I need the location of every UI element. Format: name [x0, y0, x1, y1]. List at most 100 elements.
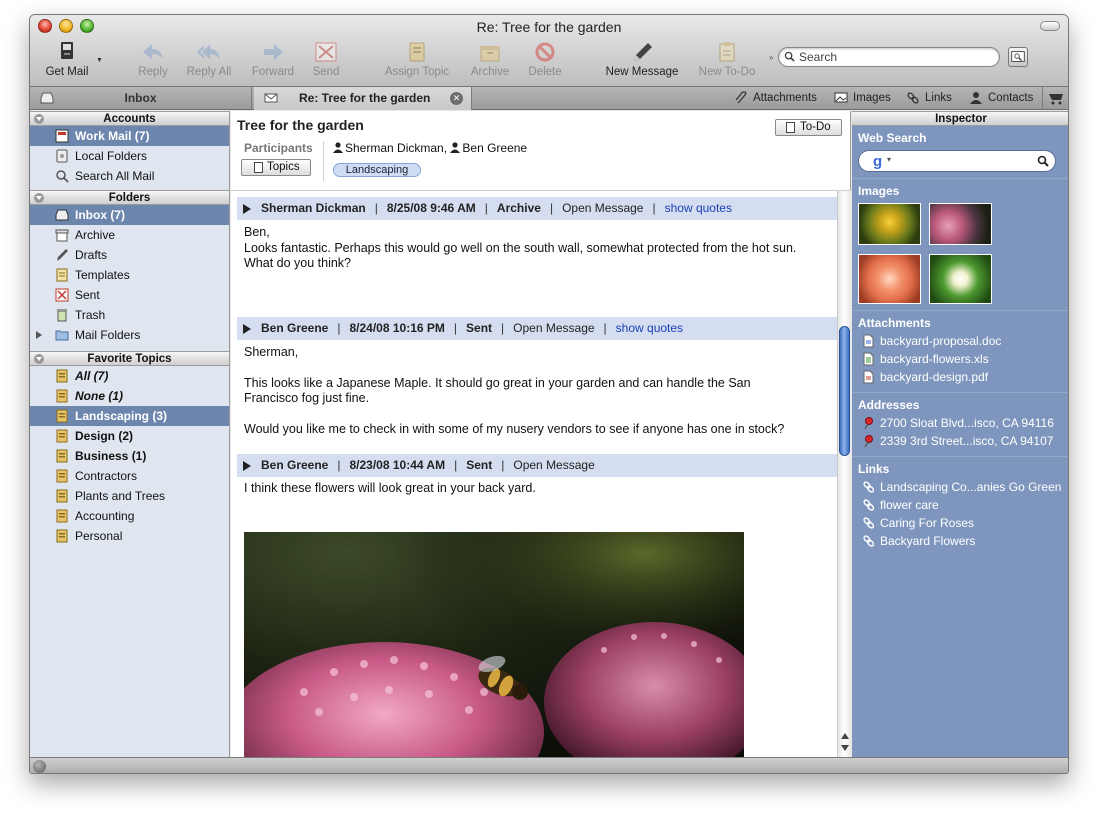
show-quotes-link[interactable]: show quotes: [616, 321, 683, 335]
topics-list: All (7) None (1) Landscaping (3) Design (2)…: [30, 366, 229, 546]
globe-icon[interactable]: [33, 760, 46, 773]
send-button[interactable]: Send: [310, 41, 342, 78]
address-item[interactable]: 2339 3rd Street...isco, CA 94107: [858, 432, 1068, 450]
inspector-header: Inspector: [852, 111, 1068, 126]
topic-item[interactable]: Landscaping (3): [30, 406, 229, 426]
cart-icon[interactable]: [1048, 92, 1064, 105]
disclosure-triangle-icon[interactable]: [36, 331, 42, 339]
expand-message-icon[interactable]: [243, 461, 251, 471]
reply-button[interactable]: Reply: [134, 41, 172, 78]
address-item[interactable]: 2700 Sloat Blvd...isco, CA 94116: [858, 414, 1068, 432]
topic-item[interactable]: All (7): [30, 366, 229, 386]
engine-dropdown-icon[interactable]: ▾: [887, 155, 891, 164]
topic-item[interactable]: Design (2): [30, 426, 229, 446]
image-thumbnail[interactable]: [929, 203, 992, 245]
link-item[interactable]: Landscaping Co...anies Go Green: [858, 478, 1068, 496]
open-message-link[interactable]: Open Message: [513, 321, 594, 335]
attachment-item[interactable]: backyard-design.pdf: [858, 368, 1068, 386]
tab-link-attachments[interactable]: Attachments: [734, 87, 817, 110]
sidebar-item-sent[interactable]: Sent: [30, 285, 229, 305]
link-text: Caring For Roses: [880, 516, 975, 530]
message-list: Sherman Dickman | 8/25/08 9:46 AM | Archive |…: [231, 191, 837, 757]
forward-label: Forward: [251, 66, 295, 78]
scrollbar-thumb[interactable]: [839, 326, 850, 456]
delete-icon: [535, 42, 555, 62]
inbox-icon: [55, 209, 69, 221]
topic-item[interactable]: None (1): [30, 386, 229, 406]
scroll-down-arrow-icon[interactable]: [841, 745, 849, 751]
sidebar-item-work-mail[interactable]: Work Mail (7): [30, 126, 229, 146]
get-mail-menu-arrow[interactable]: ▼: [96, 57, 103, 64]
topic-label: Accounting: [75, 509, 135, 523]
tab-link-links[interactable]: Links: [906, 87, 952, 110]
topic-tag[interactable]: Landscaping: [333, 163, 421, 177]
search-icon[interactable]: [1037, 155, 1049, 167]
open-message-link[interactable]: Open Message: [562, 201, 643, 215]
topic-item[interactable]: Contractors: [30, 466, 229, 486]
topic-item[interactable]: Personal: [30, 526, 229, 546]
todo-button[interactable]: To-Do: [775, 119, 842, 136]
collapse-icon[interactable]: [34, 114, 44, 124]
links-title: Links: [858, 462, 890, 476]
image-thumbnail[interactable]: [858, 254, 921, 304]
show-quotes-link[interactable]: show quotes: [665, 201, 732, 215]
message-sender: Sherman Dickman: [261, 201, 366, 215]
message-header[interactable]: Ben Greene | 8/23/08 10:44 AM | Sent | Open Me…: [237, 454, 837, 477]
mail-window: Re: Tree for the garden Get Mail ▼ Reply…: [29, 14, 1069, 774]
new-todo-button[interactable]: New To-Do: [694, 41, 760, 78]
expand-message-icon[interactable]: [243, 324, 251, 334]
attachment-item[interactable]: backyard-proposal.doc: [858, 332, 1068, 350]
topic-item[interactable]: Accounting: [30, 506, 229, 526]
topic-item[interactable]: Business (1): [30, 446, 229, 466]
archive-button[interactable]: Archive: [468, 41, 512, 78]
reply-all-button[interactable]: Reply All: [184, 41, 234, 78]
close-tab-icon[interactable]: ✕: [450, 92, 463, 105]
link-item[interactable]: flower care: [858, 496, 1068, 514]
message-scrollbar[interactable]: [837, 191, 851, 757]
sidebar-item-mail-folders[interactable]: Mail Folders: [30, 325, 229, 345]
collapse-icon[interactable]: [34, 193, 44, 203]
assign-topic-button[interactable]: Assign Topic: [380, 41, 454, 78]
sidebar-item-local-folders[interactable]: Local Folders: [30, 146, 229, 166]
participant-name[interactable]: Ben Greene: [462, 141, 527, 155]
message-header[interactable]: Ben Greene | 8/24/08 10:16 PM | Sent | Open Me…: [237, 317, 837, 340]
collapse-icon[interactable]: [34, 354, 44, 364]
search-field[interactable]: Search: [778, 47, 1000, 67]
image-thumbnail[interactable]: [929, 254, 992, 304]
flower-bee-image: [244, 532, 744, 757]
open-message-link[interactable]: Open Message: [513, 458, 594, 472]
image-thumbnail[interactable]: [858, 203, 921, 245]
folders-header[interactable]: Folders: [30, 190, 229, 205]
tab-link-images[interactable]: Images: [834, 87, 891, 110]
sidebar-item-trash[interactable]: Trash: [30, 305, 229, 325]
toolbar-toggle-button[interactable]: [1040, 21, 1060, 31]
get-mail-button[interactable]: Get Mail: [44, 41, 90, 78]
expand-message-icon[interactable]: [243, 204, 251, 214]
sidebar-item-templates[interactable]: Templates: [30, 265, 229, 285]
scroll-up-arrow-icon[interactable]: [841, 733, 849, 739]
message-header[interactable]: Sherman Dickman | 8/25/08 9:46 AM | Archive |…: [237, 197, 837, 220]
sidebar-item-search-all-mail[interactable]: Search All Mail: [30, 166, 229, 186]
sidebar-item-drafts[interactable]: Drafts: [30, 245, 229, 265]
delete-button[interactable]: Delete: [526, 41, 564, 78]
web-search-input[interactable]: g ▾: [858, 150, 1056, 172]
participant-name[interactable]: Sherman Dickman,: [345, 141, 447, 155]
tab-link-contacts[interactable]: Contacts: [969, 87, 1033, 110]
favorite-topics-header[interactable]: Favorite Topics: [30, 351, 229, 366]
forward-button[interactable]: Forward: [248, 41, 298, 78]
google-icon[interactable]: g: [873, 153, 882, 170]
images-link-label: Images: [853, 92, 891, 104]
accounts-header[interactable]: Accounts: [30, 111, 229, 126]
link-item[interactable]: Backyard Flowers: [858, 532, 1068, 550]
advanced-search-button[interactable]: [1008, 47, 1028, 67]
topic-item[interactable]: Plants and Trees: [30, 486, 229, 506]
toolbar-overflow-chevron[interactable]: »: [769, 53, 773, 62]
tab-conversation[interactable]: Re: Tree for the garden ✕: [254, 87, 472, 110]
link-item[interactable]: Caring For Roses: [858, 514, 1068, 532]
sidebar-item-archive[interactable]: Archive: [30, 225, 229, 245]
new-message-button[interactable]: New Message: [604, 41, 680, 78]
sidebar-item-inbox[interactable]: Inbox (7): [30, 205, 229, 225]
topics-button[interactable]: Topics: [241, 159, 311, 176]
attachment-item[interactable]: backyard-flowers.xls: [858, 350, 1068, 368]
tab-inbox[interactable]: Inbox: [30, 87, 252, 110]
